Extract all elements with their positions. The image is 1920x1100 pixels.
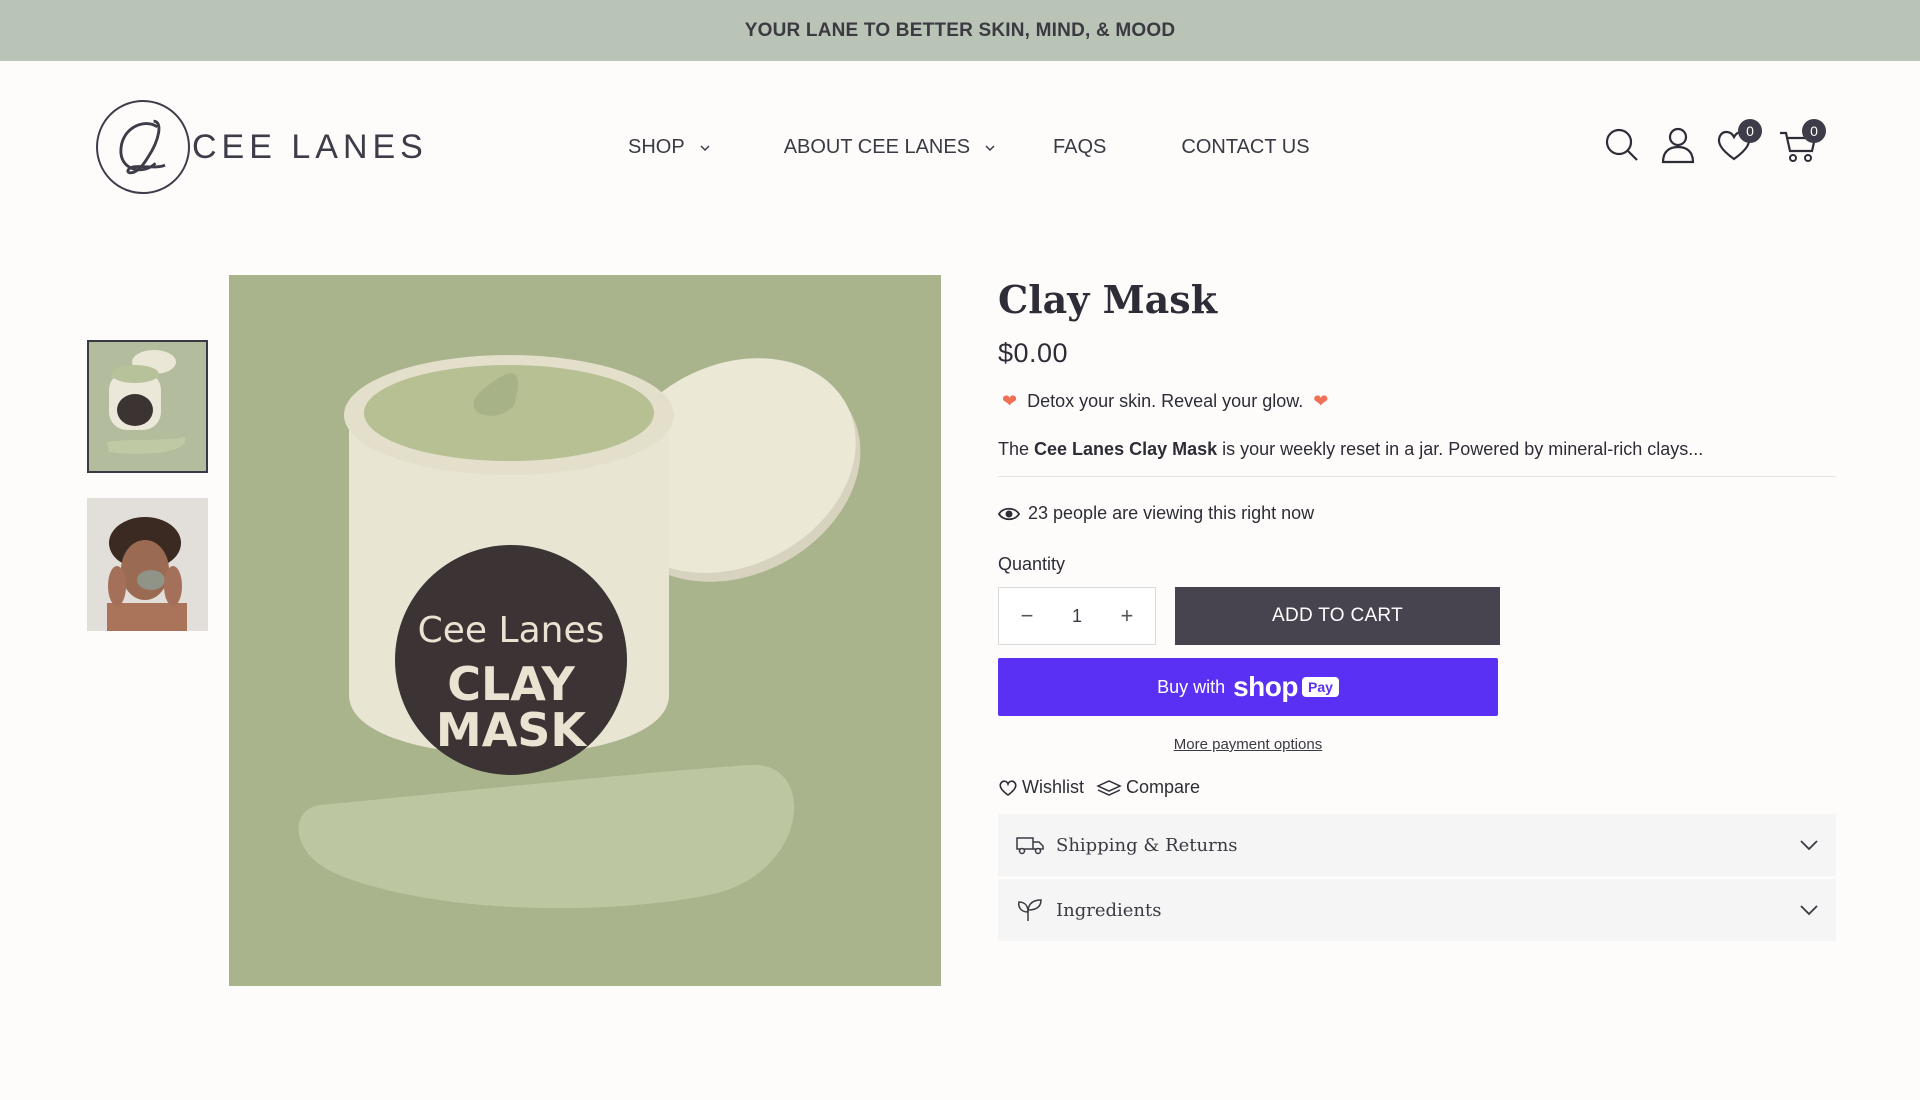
quantity-increase-button[interactable]: +	[1117, 603, 1137, 629]
thumbnail-clay-mask-jar[interactable]	[87, 340, 208, 473]
quantity-decrease-button[interactable]: −	[1017, 603, 1037, 629]
quantity-value[interactable]: 1	[1072, 606, 1082, 627]
wishlist-compare-row: Wishlist Compare	[998, 777, 1836, 798]
jar-thumbnail-image	[89, 342, 206, 471]
accordion-shipping-returns[interactable]: Shipping & Returns	[998, 814, 1836, 876]
accordion-shipping-label: Shipping & Returns	[1056, 834, 1238, 856]
product-title: Clay Mask	[998, 277, 1218, 322]
nav-shop[interactable]: SHOP	[628, 136, 711, 159]
search-icon	[1605, 128, 1638, 161]
heart-emoji-icon: ❤	[1002, 391, 1018, 411]
search-button[interactable]	[1602, 125, 1642, 165]
thumbnail-model[interactable]	[87, 498, 208, 631]
nav-about-label: ABOUT CEE LANES	[783, 136, 971, 158]
brand-logo[interactable]: CEE LANES	[96, 99, 428, 195]
cart-count-badge: 0	[1802, 119, 1826, 143]
tagline-text: Detox your skin. Reveal your glow.	[1027, 391, 1304, 411]
jar-label-product-line1: CLAY	[447, 657, 575, 711]
cart-button[interactable]: 0	[1778, 119, 1826, 165]
monogram-icon	[119, 119, 166, 175]
compare-button[interactable]: Compare	[1096, 777, 1200, 798]
add-to-wishlist-button[interactable]: Wishlist	[998, 777, 1084, 798]
wishlist-button[interactable]: 0	[1714, 119, 1762, 165]
nav-about[interactable]: ABOUT CEE LANES	[784, 136, 996, 159]
quantity-stepper: − 1 +	[998, 587, 1156, 645]
wishlist-label: Wishlist	[1022, 777, 1084, 797]
model-thumbnail-image	[87, 498, 208, 631]
chevron-down-icon	[1800, 905, 1818, 916]
viewing-counter: 23 people are viewing this right now	[998, 503, 1836, 524]
chevron-down-icon	[700, 144, 710, 151]
add-to-cart-button[interactable]: ADD TO CART	[1175, 587, 1500, 645]
nav-contact-label: CONTACT US	[1181, 136, 1310, 158]
jar-label: Cee Lanes CLAY MASK	[395, 610, 627, 753]
leaf-icon	[1018, 899, 1042, 921]
main-nav: SHOP ABOUT CEE LANES FAQS CONTACT US	[628, 136, 1360, 159]
product-price: $0.00	[998, 338, 1069, 368]
chevron-down-icon	[985, 144, 995, 151]
site-header: CEE LANES SHOP ABOUT CEE LANES FAQS CONT…	[0, 61, 1920, 236]
divider	[998, 476, 1836, 477]
announcement-text: YOUR LANE TO BETTER SKIN, MIND, & MOOD	[744, 19, 1176, 41]
product-info: Clay Mask $0.00 ❤ Detox your skin. Revea…	[998, 275, 1836, 941]
product-tagline: ❤ Detox your skin. Reveal your glow. ❤	[998, 391, 1836, 412]
wishlist-count-badge: 0	[1738, 119, 1762, 143]
accordion-ingredients[interactable]: Ingredients	[998, 879, 1836, 941]
brand-name: CEE LANES	[192, 127, 428, 166]
viewing-text: 23 people are viewing this right now	[1028, 503, 1315, 523]
compare-layers-icon	[1096, 779, 1122, 796]
heart-emoji-icon: ❤	[1313, 391, 1329, 411]
compare-label: Compare	[1126, 777, 1201, 797]
nav-shop-label: SHOP	[628, 136, 685, 158]
shoppay-pay-badge: Pay	[1302, 677, 1339, 697]
shop-pay-button[interactable]: Buy with shop Pay	[998, 658, 1498, 716]
user-icon	[1661, 127, 1695, 164]
description-prefix: The	[998, 439, 1035, 459]
header-icons: 0 0	[1602, 119, 1826, 165]
nav-faqs[interactable]: FAQS	[1053, 136, 1106, 159]
heart-outline-icon	[999, 779, 1017, 796]
description-suffix: is your weekly reset in a jar. Powered b…	[1217, 439, 1704, 459]
nav-contact[interactable]: CONTACT US	[1181, 136, 1309, 159]
description-bold: Cee Lanes Clay Mask	[1034, 439, 1218, 459]
shoppay-prefix: Buy with	[1157, 676, 1226, 697]
announcement-bar: YOUR LANE TO BETTER SKIN, MIND, & MOOD	[0, 0, 1920, 61]
account-button[interactable]	[1658, 125, 1698, 165]
quantity-label: Quantity	[998, 554, 1066, 574]
jar-label-product-line2: MASK	[435, 703, 587, 757]
logo-monogram	[96, 100, 190, 194]
more-payment-options-link[interactable]: More payment options	[998, 736, 1498, 753]
accordion-ingredients-label: Ingredients	[1056, 899, 1162, 921]
truck-icon	[1016, 837, 1044, 855]
product-description: The Cee Lanes Clay Mask is your weekly r…	[998, 439, 1836, 460]
chevron-down-icon	[1800, 840, 1818, 851]
eye-icon	[998, 507, 1020, 520]
buy-row: − 1 + ADD TO CART	[998, 587, 1836, 645]
product-main-image[interactable]: Cee Lanes CLAY MASK	[229, 275, 941, 986]
shoppay-brand: shop	[1233, 671, 1298, 702]
jar-label-brand: Cee Lanes	[417, 610, 605, 651]
nav-faqs-label: FAQS	[1053, 136, 1107, 158]
